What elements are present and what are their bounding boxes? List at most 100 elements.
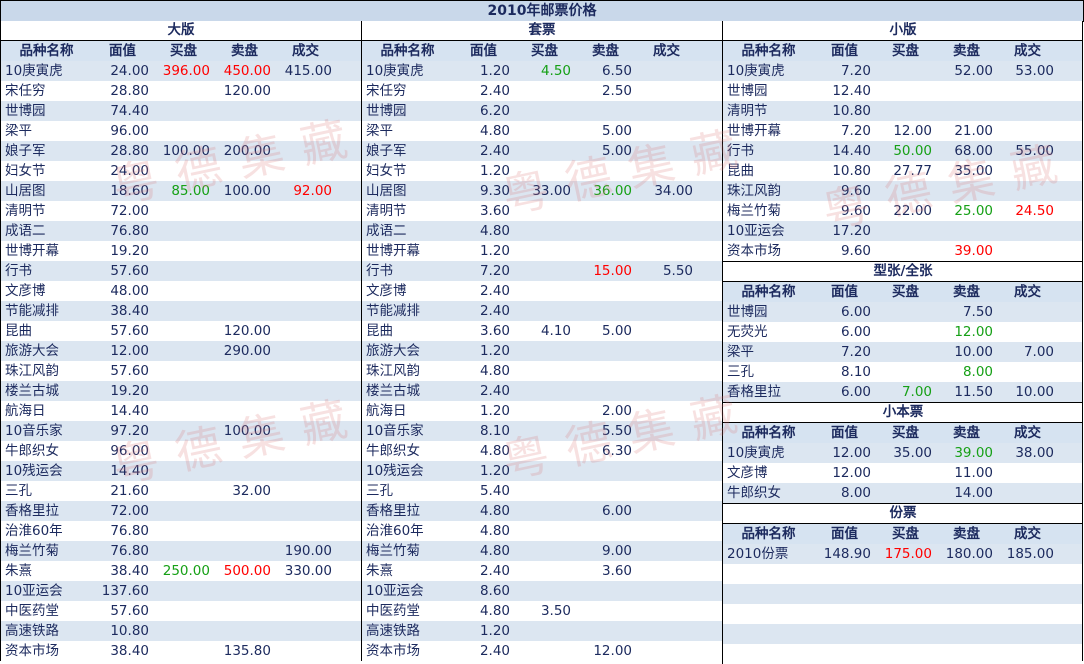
buy-price xyxy=(514,301,575,321)
stamp-name: 朱熹 xyxy=(5,563,32,579)
deal-price xyxy=(636,221,697,241)
deal-price xyxy=(275,521,336,541)
stamp-name: 梅兰竹菊 xyxy=(5,543,59,559)
buy-price: 250.00 xyxy=(162,563,210,579)
table-row: 10亚运会 8.60 xyxy=(362,581,722,601)
table-row: 航海日 1.20 2.00 xyxy=(362,401,722,421)
stamp-name: 妇女节 xyxy=(366,163,407,179)
face-value: 9.60 xyxy=(840,243,871,259)
buy-price xyxy=(153,541,214,561)
face-value: 2.40 xyxy=(479,563,510,579)
buy-price xyxy=(875,483,936,503)
table-row: 10庚寅虎 12.00 35.00 39.00 38.00 xyxy=(723,443,1083,463)
sell-price: 2.00 xyxy=(601,403,632,419)
sell-price xyxy=(575,161,636,181)
stamp-name: 娘子军 xyxy=(5,143,46,159)
buy-price: 3.50 xyxy=(540,603,571,619)
stamp-name: 宋任穷 xyxy=(366,83,407,99)
face-value: 19.20 xyxy=(110,243,149,259)
col-header-sell: 卖盘 xyxy=(231,43,258,59)
deal-price: 92.00 xyxy=(293,183,332,199)
sell-price xyxy=(575,101,636,121)
deal-price xyxy=(275,481,336,501)
stamp-name: 昆曲 xyxy=(727,163,754,179)
col-header-buy: 买盘 xyxy=(170,43,197,59)
deal-price xyxy=(275,241,336,261)
stamp-name: 香格里拉 xyxy=(727,384,781,400)
deal-price xyxy=(636,61,697,81)
sell-price: 6.00 xyxy=(601,503,632,519)
table-row: 娘子军 28.80 100.00 200.00 xyxy=(1,141,361,161)
deal-price: 24.50 xyxy=(1015,203,1054,219)
col-header-sell: 卖盘 xyxy=(953,526,980,542)
face-value: 18.60 xyxy=(110,183,149,199)
section-title-annual: 份票 xyxy=(723,503,1083,524)
sell-price xyxy=(214,201,275,221)
buy-price xyxy=(514,81,575,101)
buy-price: 85.00 xyxy=(171,183,210,199)
sell-price: 21.00 xyxy=(954,123,993,139)
stamp-name: 文彦博 xyxy=(366,283,407,299)
face-value: 2.40 xyxy=(479,383,510,399)
deal-price xyxy=(997,362,1058,382)
stamp-name: 昆曲 xyxy=(366,323,393,339)
table-row: 清明节 10.80 xyxy=(723,101,1083,121)
col-header-name: 品种名称 xyxy=(380,43,435,59)
deal-price xyxy=(636,501,697,521)
deal-price xyxy=(997,161,1058,181)
table-row: 珠江风韵 4.80 xyxy=(362,361,722,381)
face-value: 4.80 xyxy=(479,523,510,539)
buy-price xyxy=(514,421,575,441)
table-row: 10残运会 14.40 xyxy=(1,461,361,481)
table-row: 旅游大会 1.20 xyxy=(362,341,722,361)
table-row: 世博开幕 7.20 12.00 21.00 xyxy=(723,121,1083,141)
deal-price: 190.00 xyxy=(284,543,332,559)
face-value: 6.20 xyxy=(479,103,510,119)
buy-price xyxy=(875,181,936,201)
buy-price xyxy=(875,81,936,101)
stamp-name: 高速铁路 xyxy=(5,623,59,639)
buy-price xyxy=(514,101,575,121)
table-row: 高速铁路 1.20 xyxy=(362,621,722,641)
price-grid: 大版 品种名称 面值 买盘 卖盘 成交 10庚寅虎 24.00 396.00 450.00 415.… xyxy=(0,21,1084,664)
table-row: 三孔 21.60 32.00 xyxy=(1,481,361,501)
sell-price: 12.00 xyxy=(593,643,632,659)
col-header-face: 面值 xyxy=(109,43,136,59)
sell-price xyxy=(214,381,275,401)
col-header-sell: 卖盘 xyxy=(953,284,980,300)
table-row: 资本市场 2.40 12.00 xyxy=(362,641,722,661)
sell-price xyxy=(575,381,636,401)
table-row: 资本市场 9.60 39.00 xyxy=(723,241,1083,261)
sell-price: 290.00 xyxy=(223,343,271,359)
face-value: 12.00 xyxy=(832,445,871,461)
stamp-name: 行书 xyxy=(727,143,754,159)
deal-price xyxy=(636,321,697,341)
deal-price xyxy=(275,201,336,221)
face-value: 28.80 xyxy=(110,143,149,159)
col-header-name: 品种名称 xyxy=(741,526,796,542)
deal-price xyxy=(636,161,697,181)
buy-price xyxy=(514,621,575,641)
sell-price: 3.60 xyxy=(601,563,632,579)
stamp-name: 旅游大会 xyxy=(366,343,420,359)
table-row: 妇女节 1.20 xyxy=(362,161,722,181)
table-row: 楼兰古城 2.40 xyxy=(362,381,722,401)
deal-price xyxy=(275,401,336,421)
stamp-name: 2010份票 xyxy=(727,546,789,562)
stamp-price-sheet: 2010年邮票价格 大版 品种名称 面值 买盘 卖盘 成交 10庚寅虎 24.00 396.00… xyxy=(0,0,1084,664)
deal-price xyxy=(636,361,697,381)
buy-price xyxy=(875,241,936,261)
table-row: 旅游大会 12.00 290.00 xyxy=(1,341,361,361)
stamp-name: 牛郎织女 xyxy=(5,443,59,459)
sell-price xyxy=(936,181,997,201)
buy-price xyxy=(153,221,214,241)
deal-price xyxy=(275,441,336,461)
table-row: 香格里拉 72.00 xyxy=(1,501,361,521)
col-header-name: 品种名称 xyxy=(741,425,796,441)
deal-price xyxy=(275,221,336,241)
face-value: 38.40 xyxy=(110,643,149,659)
buy-price xyxy=(153,161,214,181)
face-value: 2.40 xyxy=(479,143,510,159)
sell-price xyxy=(575,301,636,321)
buy-price xyxy=(514,141,575,161)
